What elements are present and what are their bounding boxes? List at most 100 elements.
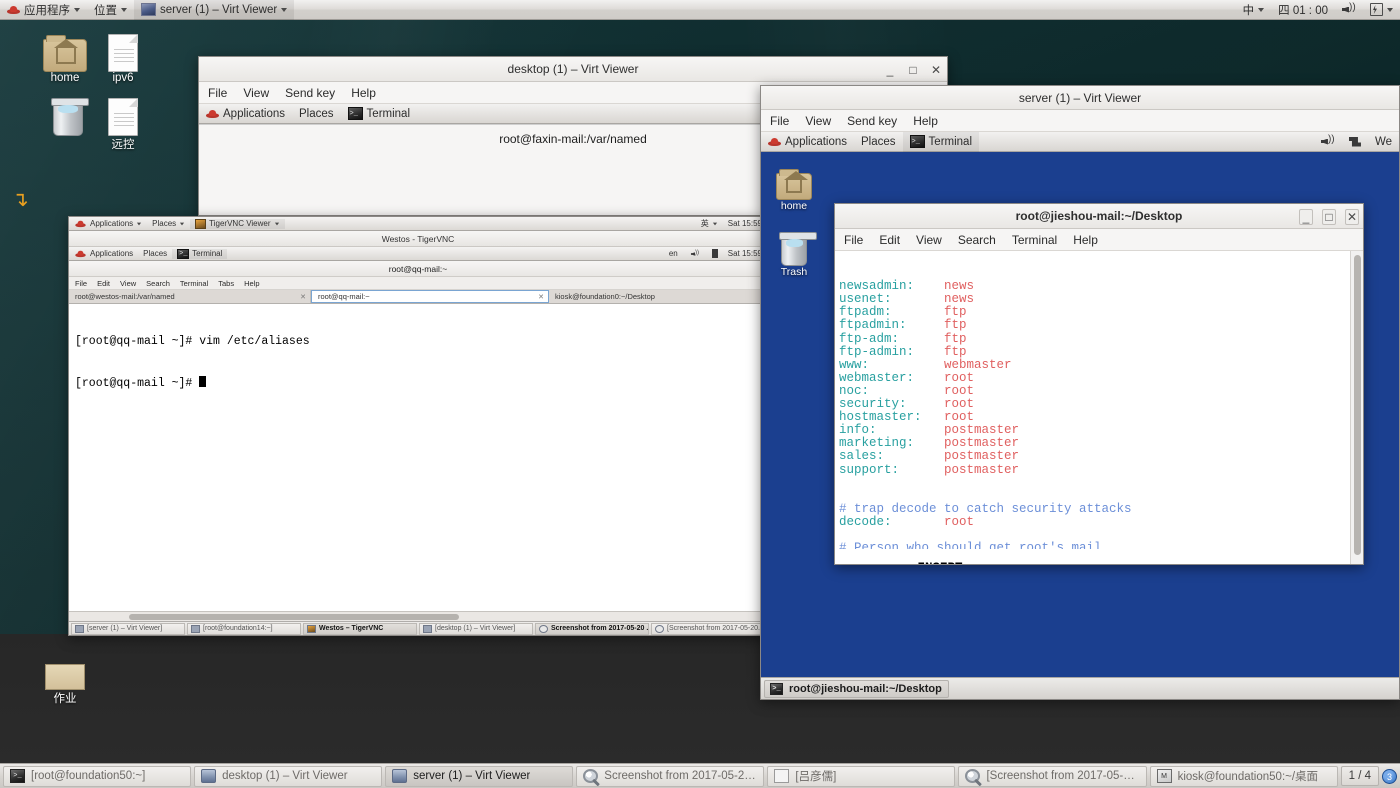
minimize-button[interactable]: _ <box>1299 208 1313 225</box>
vm-network-indicator[interactable] <box>1342 132 1368 152</box>
inner-volume-icon-wrap[interactable] <box>683 248 707 260</box>
volume-indicator[interactable] <box>1335 0 1363 20</box>
terminal-tab-qqmail[interactable]: root@qq-mail:~ ✕ <box>311 290 549 303</box>
vim-alias-key: ftpadm: <box>839 305 892 320</box>
vm-volume-indicator[interactable] <box>1314 132 1342 152</box>
vm-task-terminal[interactable]: >_ root@jieshou-mail:~/Desktop <box>764 679 949 698</box>
menu-view[interactable]: View <box>805 114 831 128</box>
vm-terminal-window-item[interactable]: >_ Terminal <box>341 104 417 124</box>
menu-send-key[interactable]: Send key <box>285 86 335 100</box>
vnc-applications-menu[interactable]: Applications <box>69 218 147 229</box>
menu-search[interactable]: Search <box>958 233 996 247</box>
vnc-places-menu[interactable]: Places <box>147 219 190 228</box>
workspace-pager[interactable]: 1 / 4 <box>1340 766 1380 786</box>
vim-buffer[interactable]: newsadmin: news usenet: news ftpadm: ftp ft… <box>835 251 1363 564</box>
minimize-button[interactable]: _ <box>883 63 897 77</box>
menu-help[interactable]: Help <box>351 86 376 100</box>
menu-file[interactable]: File <box>208 86 227 100</box>
desktop-icon-ipv6[interactable]: ipv6 <box>88 32 158 84</box>
close-icon[interactable]: ✕ <box>300 293 306 301</box>
maximize-button[interactable]: □ <box>1322 208 1336 225</box>
inner-places-menu[interactable]: Places <box>138 249 172 258</box>
battery-indicator[interactable] <box>1363 0 1400 20</box>
tigervnc-window[interactable]: Applications Places TigerVNC Viewer 英 Sa… <box>68 216 768 636</box>
host-places-menu[interactable]: 位置 <box>87 0 134 20</box>
host-applications-menu[interactable]: 应用程序 <box>0 0 87 20</box>
desktop-viewer-window-controls[interactable]: _ □ ✕ <box>883 57 943 82</box>
menu-file[interactable]: File <box>75 279 87 288</box>
menu-view[interactable]: View <box>120 279 136 288</box>
desktop-icon-yuankong[interactable]: 远控 <box>88 96 158 152</box>
menu-tabs[interactable]: Tabs <box>218 279 234 288</box>
taskbar-item-kiosk-desktop[interactable]: M kiosk@foundation50:~/桌面 <box>1149 765 1338 787</box>
taskbar-item-screenshot-0520[interactable]: Screenshot from 2017-05-20 1… <box>576 765 765 787</box>
maximize-button[interactable]: □ <box>906 63 920 77</box>
inner-applications-menu[interactable]: Applications <box>69 248 138 259</box>
terminal-window-controls[interactable]: _ □ ✕ <box>1299 204 1359 229</box>
vm-tray-text[interactable]: We <box>1368 132 1399 152</box>
vnc-task-foundation14[interactable]: [root@foundation14:~] <box>187 622 301 635</box>
menu-help[interactable]: Help <box>244 279 259 288</box>
vm-desktop-icon-trash[interactable]: Trash <box>766 230 822 278</box>
input-method-indicator[interactable]: 中 <box>1236 0 1272 20</box>
inner-input-indicator[interactable]: en <box>664 249 683 258</box>
host-active-window-menu[interactable]: server (1) – Virt Viewer <box>134 0 295 20</box>
vnc-task-label: Screenshot from 2017-05-20 ... <box>551 625 649 632</box>
terminal-line-with-cursor: [root@qq-mail ~]# <box>75 375 761 391</box>
vm-terminal-window-item[interactable]: >_ Terminal <box>902 131 980 152</box>
workspace-badge[interactable]: 3 <box>1382 768 1398 784</box>
close-button[interactable]: ✕ <box>929 63 943 77</box>
taskbar-item-server-viewer[interactable]: server (1) – Virt Viewer <box>385 765 574 787</box>
terminal-menubar[interactable]: File Edit View Search Terminal Help <box>835 229 1363 251</box>
vm-applications-menu[interactable]: Applications <box>761 132 854 152</box>
menu-view[interactable]: View <box>243 86 269 100</box>
vnc-task-desktop-viewer[interactable]: [desktop (1) – Virt Viewer] <box>419 622 533 635</box>
taskbar-item-desktop-viewer[interactable]: desktop (1) – Virt Viewer <box>194 765 383 787</box>
inner-network-icon-wrap[interactable] <box>707 249 723 258</box>
menu-edit[interactable]: Edit <box>97 279 110 288</box>
clock[interactable]: 四 01 : 00 <box>1271 0 1335 20</box>
vm-places-menu[interactable]: Places <box>292 104 341 124</box>
vnc-task-server-viewer[interactable]: [server (1) – Virt Viewer] <box>71 622 185 635</box>
server-viewer-menubar[interactable]: File View Send key Help <box>761 110 1399 132</box>
menu-help[interactable]: Help <box>913 114 938 128</box>
monitor-icon <box>423 624 432 633</box>
terminal-tab-kiosk[interactable]: kiosk@foundation0:~/Desktop <box>549 290 767 303</box>
vnc-terminal-menubar[interactable]: File Edit View Search Terminal Tabs Help <box>69 277 767 290</box>
vnc-task-screenshot-1[interactable]: Screenshot from 2017-05-20 ... <box>535 622 649 635</box>
menu-view[interactable]: View <box>916 233 942 247</box>
menu-send-key[interactable]: Send key <box>847 114 897 128</box>
inner-terminal-item[interactable]: >_ Terminal <box>172 248 228 259</box>
menu-file[interactable]: File <box>770 114 789 128</box>
menu-terminal[interactable]: Terminal <box>1012 233 1057 247</box>
vnc-horizontal-scrollbar[interactable] <box>69 611 767 621</box>
menu-help[interactable]: Help <box>1073 233 1098 247</box>
vnc-terminal-tabbar[interactable]: root@westos-mail:/var/named ✕ root@qq-ma… <box>69 290 767 304</box>
vim-terminal-window[interactable]: root@jieshou-mail:~/Desktop _ □ ✕ File E… <box>834 203 1364 565</box>
vim-gap <box>884 449 944 463</box>
desktop-icon-zuoye[interactable]: 作业 <box>30 650 100 706</box>
terminal-vertical-scrollbar[interactable] <box>1350 251 1363 564</box>
scrollbar-thumb[interactable] <box>1354 255 1361 556</box>
taskbar-item-foundation50-terminal[interactable]: >_ [root@foundation50:~] <box>3 765 192 787</box>
vnc-input-indicator[interactable]: 英 <box>696 218 723 229</box>
menu-search[interactable]: Search <box>146 279 170 288</box>
close-icon[interactable]: ✕ <box>538 293 544 301</box>
taskbar-item-screenshot-0507[interactable]: [Screenshot from 2017-05-07 … <box>958 765 1147 787</box>
taskbar-item-document[interactable]: [吕彦儒] <box>767 765 956 787</box>
vim-gap <box>907 318 945 332</box>
scrollbar-thumb[interactable] <box>129 614 459 620</box>
vm-desktop-icon-home[interactable]: home <box>766 164 822 212</box>
desktop-viewer-titlebar: desktop (1) – Virt Viewer _ □ ✕ <box>199 57 947 82</box>
vnc-terminal-body[interactable]: [root@qq-mail ~]# vim /etc/aliases [root… <box>69 304 767 600</box>
menu-edit[interactable]: Edit <box>879 233 900 247</box>
menu-file[interactable]: File <box>844 233 863 247</box>
vm-applications-menu[interactable]: Applications <box>199 104 292 124</box>
terminal-tab-westos[interactable]: root@westos-mail:/var/named ✕ <box>69 290 311 303</box>
vm-places-menu[interactable]: Places <box>854 132 903 152</box>
vnc-task-screenshot-2[interactable]: [Screenshot from 2017-05-20... <box>651 622 765 635</box>
close-button[interactable]: ✕ <box>1345 208 1359 225</box>
vnc-task-westos-tigervnc[interactable]: Westos – TigerVNC <box>303 622 417 635</box>
menu-terminal[interactable]: Terminal <box>180 279 208 288</box>
vnc-window-item[interactable]: TigerVNC Viewer <box>190 218 285 229</box>
